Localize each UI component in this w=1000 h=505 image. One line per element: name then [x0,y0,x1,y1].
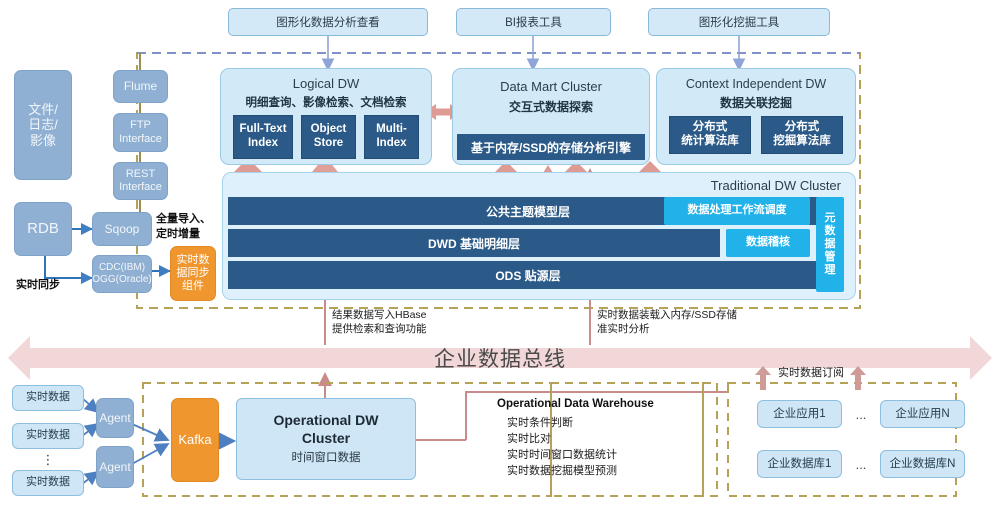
meta-char: 据 [824,237,836,250]
item-object-store[interactable]: Object Store [301,115,356,159]
data-mart-title-cn: 交互式数据探索 [508,99,593,114]
item-distributed-mining-lib[interactable]: 分布式 挖掘算法库 [761,116,843,154]
cluster-logical-dw[interactable]: Logical DW 明细查询、影像检索、文档检索 Full-Text Inde… [220,68,432,165]
source-label: RDB [27,220,59,237]
enterprise-app-n[interactable]: 企业应用N [880,400,965,428]
collector-label: Flume [123,79,158,94]
context-dw-title-en: Context Independent DW [685,77,827,91]
item-line: Object [310,123,347,136]
item-workflow-scheduling[interactable]: 数据处理工作流调度 [664,197,810,225]
collector-line: OGG(Oracle) [92,274,152,285]
component-line: 组件 [182,280,204,293]
enterprise-db-1[interactable]: 企业数据库1 [757,450,842,478]
tool-label: 图形化挖掘工具 [698,17,780,29]
source-line: 日志/ [28,117,58,133]
source-line: 影像 [29,132,56,148]
collector-rest-interface[interactable]: REST Interface [113,162,168,200]
source-line: 文件/ [28,101,58,117]
enterprise-data-bus-label: 企业数据总线 [434,348,566,371]
odw-title-line1: Operational DW [273,412,379,429]
label-realtime-sync: 实时同步 [16,279,60,291]
item-metadata-management[interactable]: 元 数 据 管 理 [816,197,844,292]
logical-dw-title-cn: 明细查询、影像检索、文档检索 [245,96,407,109]
odw-desc-item: 实时数据挖掘模型预测 [507,464,617,477]
tool-graphical-analysis[interactable]: 图形化数据分析查看 [228,8,428,36]
collector-label: Sqoop [104,221,140,236]
logical-dw-title-en: Logical DW [292,75,360,91]
label-full-import: 全量导入、 定时增量 [156,213,211,240]
meta-char: 管 [824,251,836,264]
collector-cdc-ogg[interactable]: CDC(IBM) OGG(Oracle) [92,255,152,293]
data-mart-engine-band[interactable]: 基于内存/SSD的存储分析引擎 [457,134,645,160]
realtime-sync-component[interactable]: 实时数 据同步 组件 [170,246,216,301]
item-line: Index [247,137,279,149]
realtime-data-source-1[interactable]: 实时数据 [12,385,84,411]
item-line: 挖掘算法库 [773,135,831,147]
collector-line: Interface [119,132,162,145]
item-distributed-stat-lib[interactable]: 分布式 统计算法库 [669,116,751,154]
note-memory-ssd: 实时数据装载入内存/SSD存储 准实时分析 [597,309,738,336]
realtime-sources-ellipsis: ⋮ [41,452,55,467]
component-line: 实时数 [176,253,210,266]
context-dw-title-cn: 数据关联挖掘 [719,96,792,110]
collector-flume[interactable]: Flume [113,70,168,103]
tool-graphical-mining[interactable]: 图形化挖掘工具 [648,8,830,36]
realtime-data-source-3[interactable]: 实时数据 [12,470,84,496]
meta-char: 元 [824,211,836,224]
odw-desc-item: 实时条件判断 [507,417,573,429]
collector-line: FTP [130,119,151,132]
data-mart-title-en: Data Mart Cluster [500,78,602,94]
odw-title-line2: Cluster [301,429,351,446]
tool-label: BI报表工具 [505,17,562,29]
enterprise-app-1[interactable]: 企业应用1 [757,400,842,428]
realtime-data-source-2[interactable]: 实时数据 [12,423,84,449]
tool-bi-report[interactable]: BI报表工具 [456,8,611,36]
consumers-dbs-ellipsis: ... [855,456,867,472]
kafka[interactable]: Kafka [171,398,219,482]
item-line: 分布式 [784,121,820,134]
item-multi-index[interactable]: Multi- Index [364,115,419,159]
source-file-log-image[interactable]: 文件/ 日志/ 影像 [14,70,72,180]
traditional-dw-title: Traditional DW Cluster [710,178,841,193]
item-line: Full-Text [239,123,287,136]
note-hbase: 结果数据写入HBase 提供检索和查询功能 [332,309,427,336]
collector-line: REST [125,167,156,180]
label-realtime-subscription: 实时数据订阅 [778,367,844,379]
meta-char: 理 [824,264,836,277]
operational-data-warehouse-desc: Operational Data Warehouse 实时条件判断 实时比对 实… [497,398,697,480]
meta-char: 数 [824,224,836,237]
odw-desc-item: 实时比对 [507,432,551,445]
collector-line: Interface [119,181,162,193]
collector-ftp-interface[interactable]: FTP Interface [113,113,168,152]
agent-2[interactable]: Agent [96,446,134,488]
odw-subtitle: 时间窗口数据 [291,452,361,465]
item-line: 分布式 [692,121,728,134]
diagram-canvas: 图形化数据分析查看 BI报表工具 图形化挖掘工具 文件/ 日志/ 影像 RDB … [0,0,1000,505]
odw-desc-item: 实时时间窗口数据统计 [507,448,617,461]
consumers-apps-ellipsis: ... [855,406,867,422]
enterprise-db-n[interactable]: 企业数据库N [880,450,965,478]
item-full-text-index[interactable]: Full-Text Index [233,115,293,159]
cluster-context-independent-dw[interactable]: Context Independent DW 数据关联挖掘 分布式 统计算法库 … [656,68,856,165]
item-line: 统计算法库 [681,135,739,147]
item-data-audit[interactable]: 数据稽核 [726,229,810,257]
component-line: 据同步 [176,266,210,279]
agent-1[interactable]: Agent [96,398,134,438]
layer-dwd-basic-detail[interactable]: DWD 基础明细层 [228,229,720,257]
cluster-data-mart[interactable]: Data Mart Cluster 交互式数据探索 基于内存/SSD的存储分析引… [452,68,650,165]
layer-ods-source[interactable]: ODS 贴源层 [228,261,828,289]
item-line: Index [376,137,407,149]
collector-sqoop[interactable]: Sqoop [92,212,152,246]
odw-desc-title: Operational Data Warehouse [497,398,654,410]
operational-dw-cluster[interactable]: Operational DW Cluster 时间窗口数据 [236,398,416,480]
collector-line: CDC(IBM) [98,262,146,273]
source-rdb[interactable]: RDB [14,202,72,256]
item-line: Store [313,137,344,149]
tool-label: 图形化数据分析查看 [276,17,380,29]
item-line: Multi- [376,123,407,136]
